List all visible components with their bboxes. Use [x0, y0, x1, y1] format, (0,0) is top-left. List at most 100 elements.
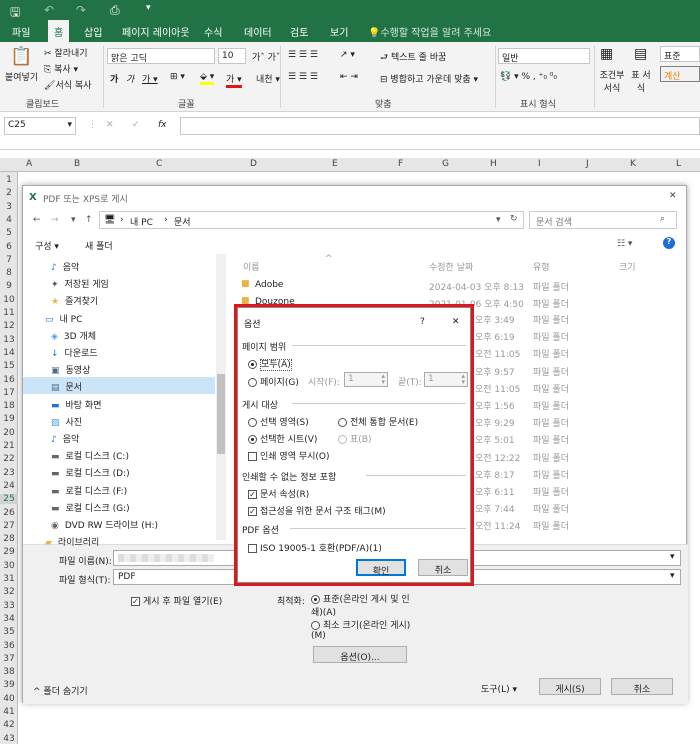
conditional-format-button[interactable]: 조건부 서식: [598, 68, 626, 94]
iso-pdfa-checkbox[interactable]: ISO 19005-1 호환(PDF/A)(1): [248, 541, 382, 554]
nav-item[interactable]: ↓ 다운로드: [51, 346, 98, 359]
row-header[interactable]: 36: [0, 641, 18, 651]
font-name-select[interactable]: 맑은 고딕: [107, 48, 215, 64]
cancel-entry-icon[interactable]: ✕: [106, 120, 114, 130]
row-header[interactable]: 29: [0, 547, 18, 557]
row-header[interactable]: 10: [0, 295, 18, 305]
print-preview-icon[interactable]: ⎙: [110, 3, 120, 18]
chevron-down-icon[interactable]: ▾: [71, 215, 76, 225]
selection-radio[interactable]: 선택 영역(S): [248, 415, 309, 428]
row-header[interactable]: 42: [0, 720, 18, 730]
active-sheet-radio[interactable]: 선택한 시트(V): [248, 432, 317, 445]
tools-button[interactable]: 도구(L) ▾: [481, 682, 517, 695]
column-header[interactable]: C: [156, 159, 162, 169]
publish-button[interactable]: 게시(S): [539, 678, 601, 695]
border-icon[interactable]: ⊞ ▾: [170, 72, 185, 82]
tab-review[interactable]: 검토: [290, 24, 308, 39]
breadcrumb-pc[interactable]: 내 PC: [130, 215, 153, 228]
column-header[interactable]: E: [332, 159, 338, 169]
row-header[interactable]: 33: [0, 601, 18, 611]
nav-item[interactable]: ▨ 사진: [51, 415, 82, 428]
nav-item[interactable]: ★ 즐겨찾기: [51, 294, 98, 307]
column-header[interactable]: A: [26, 159, 32, 169]
nav-item[interactable]: ♪ 음악: [51, 432, 79, 445]
hide-folders-button[interactable]: ^ 폴더 숨기기: [33, 684, 88, 697]
formula-input[interactable]: [180, 117, 700, 135]
document-properties-checkbox[interactable]: ✓ 문서 속성(R): [248, 487, 309, 500]
row-header[interactable]: 4: [0, 215, 18, 225]
confirm-entry-icon[interactable]: ✓: [132, 120, 140, 130]
nav-item[interactable]: ♪ 음악: [51, 260, 79, 273]
column-header[interactable]: H: [490, 159, 497, 169]
insert-function-icon[interactable]: fx: [158, 120, 167, 130]
format-as-table-button[interactable]: 표 서식: [630, 68, 652, 94]
optimize-standard-radio[interactable]: 표준(온라인 게시 및 인쇄)(A): [311, 592, 411, 618]
underline-button[interactable]: 가 ▾: [142, 72, 158, 85]
row-header[interactable]: 26: [0, 508, 18, 518]
to-spinner[interactable]: 1 ▴ ▾: [424, 372, 468, 387]
wrap-text-button[interactable]: ⮐ 텍스트 줄 바꿈: [380, 50, 446, 66]
nav-item[interactable]: ▬ 로컬 디스크 (F:): [51, 484, 127, 497]
row-header[interactable]: 25: [0, 494, 18, 505]
close-icon[interactable]: ✕: [452, 317, 460, 327]
row-header[interactable]: 20: [0, 428, 18, 438]
tab-formulas[interactable]: 수식: [204, 24, 222, 39]
row-header[interactable]: 15: [0, 361, 18, 371]
col-header-date[interactable]: 수정한 날짜: [429, 260, 473, 273]
nav-item[interactable]: ✦ 저장된 게임: [51, 277, 109, 290]
nav-item[interactable]: ▬ 로컬 디스크 (G:): [51, 501, 130, 514]
row-header[interactable]: 35: [0, 627, 18, 637]
tab-data[interactable]: 데이터: [244, 24, 272, 39]
cancel-button[interactable]: 취소: [611, 678, 673, 695]
row-header[interactable]: 24: [0, 481, 18, 491]
structure-tags-checkbox[interactable]: ✓ 접근성을 위한 문서 구조 태그(M): [248, 504, 386, 517]
nav-item[interactable]: ▰ 라이브러리: [45, 535, 99, 548]
row-header[interactable]: 31: [0, 574, 18, 584]
view-options-icon[interactable]: ☷ ▾: [617, 239, 632, 249]
scrollbar-thumb[interactable]: [217, 374, 225, 454]
row-header[interactable]: 23: [0, 468, 18, 478]
row-header[interactable]: 22: [0, 454, 18, 464]
row-header[interactable]: 19: [0, 414, 18, 424]
col-header-name[interactable]: 이름: [243, 260, 260, 273]
row-header[interactable]: 14: [0, 348, 18, 358]
orientation-icon[interactable]: ↗ ▾: [340, 50, 355, 60]
conditional-format-icon[interactable]: ▦: [600, 46, 613, 62]
col-header-size[interactable]: 크기: [619, 260, 636, 273]
breadcrumb-docs[interactable]: 문서: [174, 215, 191, 228]
nav-item[interactable]: ▤ 문서: [51, 380, 82, 393]
horizontal-align-icons[interactable]: ☰ ☰ ☰: [288, 72, 318, 82]
undo-icon[interactable]: ↶: [44, 3, 54, 17]
nav-scrollbar[interactable]: [216, 254, 226, 540]
col-header-type[interactable]: 유형: [533, 260, 550, 273]
tab-view[interactable]: 보기: [330, 24, 348, 39]
row-header[interactable]: 12: [0, 321, 18, 331]
search-input[interactable]: 문서 검색 ⌕: [529, 211, 677, 229]
paste-icon[interactable]: 📋: [10, 46, 32, 67]
tab-page-layout[interactable]: 페이지 레이아웃: [122, 24, 190, 39]
row-header[interactable]: 40: [0, 694, 18, 704]
row-header[interactable]: 27: [0, 521, 18, 531]
column-header[interactable]: G: [442, 159, 449, 169]
chevron-down-icon[interactable]: ▾: [496, 215, 501, 225]
format-painter-button[interactable]: 🖌서식 복사: [44, 78, 91, 91]
row-header[interactable]: 39: [0, 680, 18, 690]
row-header[interactable]: 30: [0, 561, 18, 571]
style-normal[interactable]: 표준: [660, 46, 700, 62]
indent-icons[interactable]: ⇤ ⇥: [340, 72, 358, 82]
tab-insert[interactable]: 삽입: [84, 24, 102, 39]
row-header[interactable]: 17: [0, 388, 18, 398]
refresh-icon[interactable]: ↻: [510, 214, 518, 224]
column-header[interactable]: I: [538, 159, 541, 169]
forward-icon[interactable]: →: [51, 215, 59, 225]
nav-item[interactable]: ◈ 3D 개체: [51, 329, 96, 342]
nav-item[interactable]: ▬ 바탕 화면: [51, 398, 102, 411]
row-header[interactable]: 7: [0, 255, 18, 265]
row-header[interactable]: 34: [0, 614, 18, 624]
table-format-icon[interactable]: ▤: [634, 46, 647, 62]
cut-button[interactable]: ✂ 잘라내기: [44, 46, 88, 59]
row-header[interactable]: 41: [0, 707, 18, 717]
nav-item[interactable]: ▬ 로컬 디스크 (C:): [51, 449, 129, 462]
nav-item[interactable]: ▬ 로컬 디스크 (D:): [51, 466, 130, 479]
row-header[interactable]: 18: [0, 401, 18, 411]
